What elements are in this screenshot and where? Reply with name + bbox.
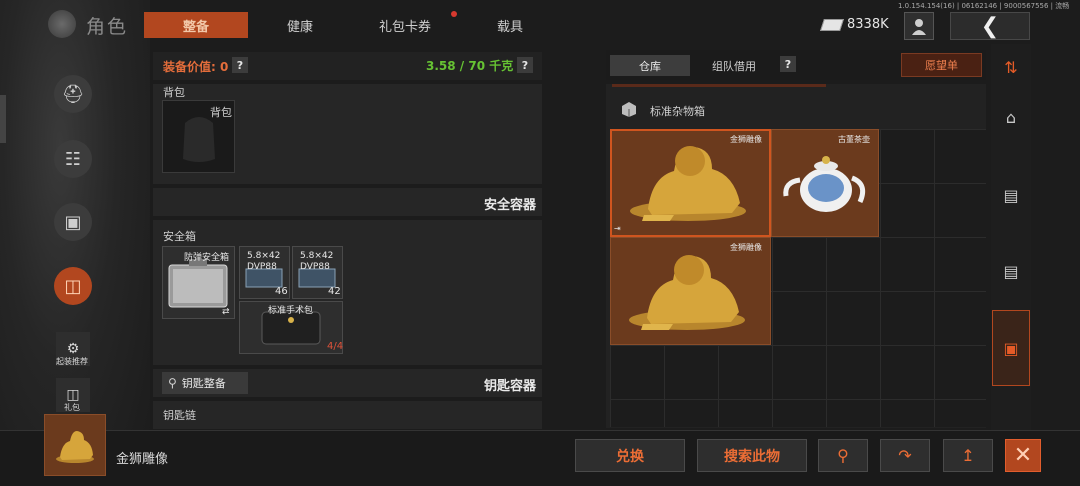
item-2-name: 古董茶壶 [838,135,870,144]
search-button[interactable]: ⚲ [818,439,868,472]
storage-box-icon: ▤ [1003,185,1019,205]
ammo-2-count: 42 [328,286,341,297]
backpack-section-label: 背包 [163,86,185,99]
swap-badge: ⇄ [222,307,230,317]
backpack-icon: ▣ [64,211,82,233]
version-info: 1.0.154.154(16) | 06162146 | 9000567556 … [898,2,1070,10]
move-storage-icon: ↷ [898,446,912,465]
vest-icon: ☷ [64,148,82,170]
back-button[interactable]: ❮ [950,12,1030,40]
gift-icon: ◫ [66,387,80,403]
key-loadout-button[interactable]: ⚲ 钥匙整备 [162,372,248,394]
export-button[interactable]: ↥ [943,439,993,472]
key-icon: ⚲ [168,376,177,390]
gift-label: 礼包 [64,403,80,412]
tab-vehicles[interactable]: 载具 [462,12,558,38]
money-amount: 8338K [847,17,889,32]
rail-item-storage-2[interactable]: ▤ [992,252,1030,290]
exit-marker-icon: ⇥ [614,224,621,233]
soldier-icon [912,19,926,35]
surgical-kit-count: 4/4 [327,341,344,352]
surgical-kit-name: 标准手术包 [268,306,314,316]
golden-lion-icon [630,146,746,221]
sidebar-edge-handle[interactable] [0,95,6,143]
tab-team-borrow[interactable]: 组队借用 [694,55,774,76]
notification-dot [451,11,457,17]
rail-item-storage-1[interactable]: ▤ [992,176,1030,214]
ammo-2-name: 5.8×42 DVP88 [300,251,334,272]
cash-icon [820,19,844,31]
sundries-box-icon [620,100,638,118]
helmet-icon: ⛑ [61,83,85,105]
home-icon: ⌂ [1005,107,1017,127]
selected-item-thumbnail [44,414,106,476]
scroll-indicator [612,84,826,87]
turret-icon: ⚙ [66,341,80,357]
ammo-1-name: 5.8×42 DVP88 [247,251,281,272]
tab-loadout[interactable]: 整备 [144,12,248,38]
sidebar-item-backpack[interactable]: ▣ [54,203,92,241]
sidebar-item-helmet[interactable]: ⛑ [54,75,92,113]
character-logo-icon [48,10,76,38]
search-icon: ⚲ [837,446,849,465]
keychain-label: 钥匙链 [163,409,196,422]
safe-box-label: 安全箱 [163,230,196,243]
golden-lion-icon [629,255,745,330]
page-title: 角色 [86,16,129,38]
loadout-recommend-label: 起装推荐 [56,357,88,366]
warehouse-item-antique-teapot[interactable] [771,129,879,237]
search-item-button[interactable]: 搜索此物 [697,439,807,472]
tab-health[interactable]: 健康 [252,12,348,38]
tab-warehouse[interactable]: 仓库 [610,55,690,76]
warehouse-item-golden-lion-2[interactable] [610,237,771,345]
container-name: 标准杂物箱 [650,105,705,118]
golden-lion-icon [56,431,94,463]
keychain-section [153,401,542,429]
rail-item-home[interactable]: ⌂ [992,98,1030,136]
safe-box-name: 防弹安全箱 [184,253,230,263]
selected-item-name: 金狮雕像 [116,452,169,467]
ammo-1-count: 46 [275,286,288,297]
safe-container-title: 安全容器 [484,198,537,213]
wishlist-button[interactable]: 愿望单 [901,53,982,77]
sort-icon: ⇅ [1004,57,1018,77]
storage-box-icon: ▤ [1003,261,1019,281]
profile-button[interactable] [904,12,934,40]
warehouse-help-button[interactable]: ? [780,56,796,72]
equipment-value: 装备价值: 0 [163,60,229,74]
item-3-name: 金狮雕像 [730,243,762,252]
tab-gift-coupons[interactable]: 礼包卡券 [352,12,458,38]
carry-weight: 3.58 / 70 千克 [426,59,514,73]
upload-icon: ↥ [961,446,975,465]
warehouse-item-golden-lion-1[interactable] [610,129,771,237]
antique-teapot-icon [783,156,866,212]
backpack-slot-label: 背包 [210,106,232,119]
value-help-button[interactable]: ? [232,57,248,73]
close-icon: ✕ [1013,443,1033,468]
sundries-box-icon: ▣ [1003,338,1019,358]
item-1-name: 金狮雕像 [730,135,762,144]
discard-button[interactable]: ✕ [1005,439,1041,472]
key-container-title: 钥匙容器 [484,379,537,394]
exchange-button[interactable]: 兑换 [575,439,685,472]
sidebar-item-toolbox[interactable]: ◫ [54,267,92,305]
weight-help-button[interactable]: ? [517,57,533,73]
chevron-left-icon: ❮ [980,13,1000,39]
move-to-storage-button[interactable]: ↷ [880,439,930,472]
sort-button[interactable]: ⇅ [992,48,1030,86]
toolbox-icon: ◫ [64,275,82,297]
sidebar-item-vest[interactable]: ☷ [54,140,92,178]
key-loadout-label: 钥匙整备 [181,377,226,390]
rail-item-sundries-box[interactable]: ▣ [992,310,1030,386]
